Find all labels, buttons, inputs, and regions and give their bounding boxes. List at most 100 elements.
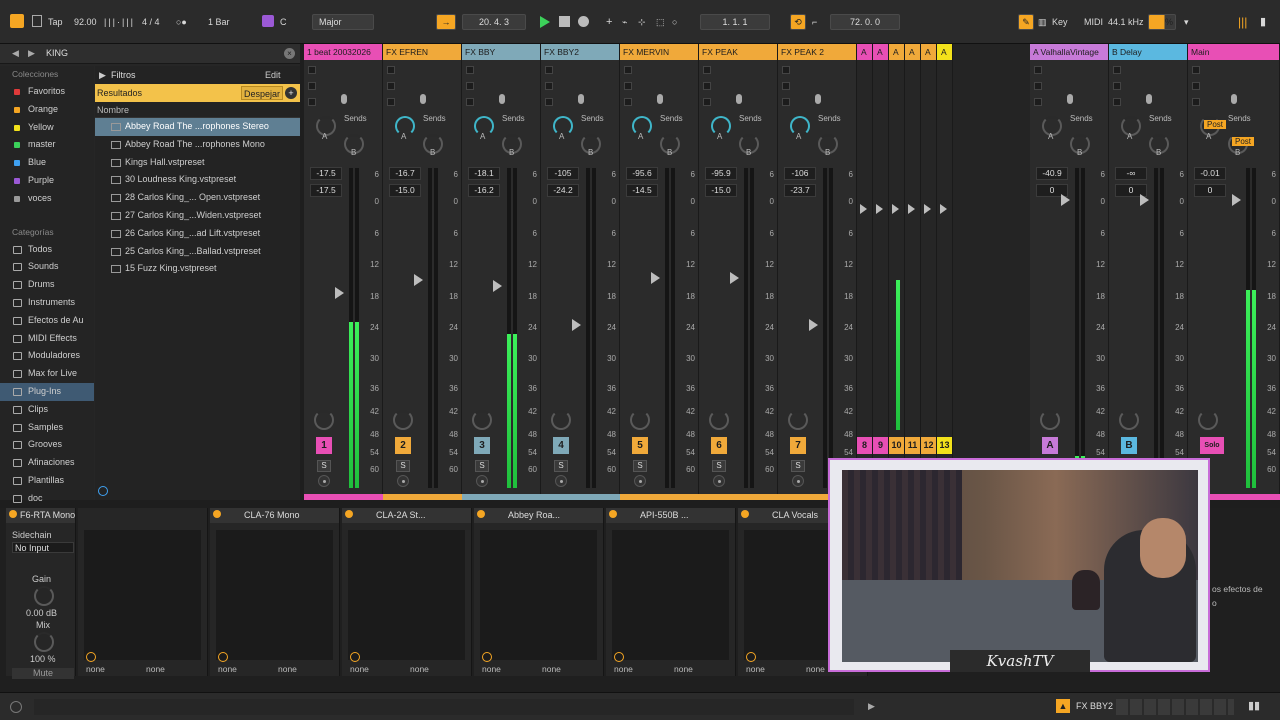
- volume-value[interactable]: -106: [784, 167, 816, 180]
- pan-knob[interactable]: [393, 410, 413, 430]
- mix-knob[interactable]: [34, 632, 54, 652]
- output-select[interactable]: none: [410, 663, 429, 675]
- loop-switch-icon[interactable]: ⟲: [790, 14, 806, 30]
- clip-slot[interactable]: [1113, 66, 1121, 74]
- clip-slot[interactable]: [387, 66, 395, 74]
- mini-track-title[interactable]: A: [905, 44, 920, 60]
- clip-slot[interactable]: [466, 66, 474, 74]
- record-icon[interactable]: [578, 16, 589, 27]
- macro-point-icon[interactable]: [350, 652, 360, 662]
- input-monitor-icon[interactable]: [1231, 94, 1237, 104]
- input-monitor-icon[interactable]: [498, 94, 505, 104]
- clear-button[interactable]: Despejar: [241, 86, 284, 100]
- clip-slot[interactable]: [782, 82, 790, 90]
- add-filter-icon[interactable]: +: [285, 87, 297, 99]
- keyboard-icon[interactable]: ▥: [1038, 13, 1047, 31]
- loop-start-field[interactable]: 1. 1. 1: [700, 14, 770, 30]
- pan-value[interactable]: 0: [1194, 184, 1226, 197]
- plugin-window-area[interactable]: [348, 530, 465, 660]
- tap-button[interactable]: Tap: [48, 13, 63, 31]
- volume-fader-handle[interactable]: [651, 272, 660, 284]
- search-input[interactable]: KING: [46, 48, 68, 58]
- track-title[interactable]: FX BBY2: [541, 44, 619, 60]
- track-activator[interactable]: 5: [632, 437, 648, 454]
- input-monitor-icon[interactable]: [340, 94, 347, 104]
- meter-view-icon[interactable]: ▮▮: [1248, 699, 1260, 712]
- loop-record-icon[interactable]: ○: [672, 13, 677, 31]
- clip-slot[interactable]: [308, 82, 316, 90]
- edit-filters-button[interactable]: Edit: [265, 66, 281, 84]
- return-letter-button[interactable]: A: [1042, 437, 1058, 454]
- clip-slot[interactable]: [703, 82, 711, 90]
- nudge-icon[interactable]: |||·|||: [104, 13, 135, 31]
- collection-item[interactable]: Yellow: [0, 119, 94, 137]
- browser-result-item[interactable]: 30 Loudness King.vstpreset: [95, 171, 300, 189]
- pan-knob[interactable]: [709, 410, 729, 430]
- pan-knob[interactable]: [1040, 410, 1060, 430]
- pan-value[interactable]: -16.2: [468, 184, 500, 197]
- volume-fader-handle[interactable]: [809, 319, 818, 331]
- solo-button[interactable]: S: [317, 460, 331, 472]
- input-select[interactable]: none: [746, 663, 765, 675]
- metronome-icon[interactable]: [32, 15, 42, 27]
- output-select[interactable]: none: [674, 663, 693, 675]
- clip-slot[interactable]: [624, 66, 632, 74]
- track-title[interactable]: B Delay: [1109, 44, 1187, 60]
- category-item[interactable]: Drums: [0, 276, 94, 294]
- plugin-window-area[interactable]: [612, 530, 729, 660]
- clip-slot[interactable]: [624, 82, 632, 90]
- mini-fader-handle[interactable]: [940, 204, 947, 214]
- device-power-icon[interactable]: [609, 510, 617, 518]
- solo-button[interactable]: S: [791, 460, 805, 472]
- volume-fader-handle[interactable]: [572, 319, 581, 331]
- capture-icon[interactable]: ⊹: [638, 13, 646, 31]
- collection-item[interactable]: Favoritos: [0, 83, 94, 101]
- cpu-dropdown-icon[interactable]: ▾: [1184, 13, 1189, 31]
- tempo-field[interactable]: 92.00: [74, 13, 97, 31]
- volume-value[interactable]: -95.9: [705, 167, 737, 180]
- input-select[interactable]: none: [218, 663, 237, 675]
- pan-value[interactable]: -17.5: [310, 184, 342, 197]
- category-item[interactable]: Grooves: [0, 436, 94, 454]
- solo-button[interactable]: S: [554, 460, 568, 472]
- scale-select[interactable]: Major: [312, 14, 374, 30]
- track-activator[interactable]: 2: [395, 437, 411, 454]
- clip-slot[interactable]: [703, 66, 711, 74]
- pan-value[interactable]: -15.0: [389, 184, 421, 197]
- input-select[interactable]: none: [86, 663, 105, 675]
- key-select[interactable]: C: [280, 13, 287, 31]
- input-monitor-icon[interactable]: [814, 94, 821, 104]
- filters-expand-icon[interactable]: ▶: [99, 66, 106, 84]
- play-icon[interactable]: [540, 16, 550, 28]
- volume-value[interactable]: -18.1: [468, 167, 500, 180]
- category-item[interactable]: Instruments: [0, 294, 94, 312]
- info-icon[interactable]: [10, 701, 22, 713]
- pan-value[interactable]: -24.2: [547, 184, 579, 197]
- mini-track-title[interactable]: A: [937, 44, 952, 60]
- midi-map-button[interactable]: MIDI: [1084, 13, 1103, 31]
- track-title[interactable]: FX EFREN: [383, 44, 461, 60]
- device-power-icon[interactable]: [213, 510, 221, 518]
- volume-fader-handle[interactable]: [1140, 194, 1149, 206]
- volume-fader-handle[interactable]: [335, 287, 344, 299]
- browser-result-item[interactable]: 25 Carlos King_...Ballad.vstpreset: [95, 243, 300, 261]
- output-select[interactable]: none: [278, 663, 297, 675]
- browser-result-item[interactable]: 27 Carlos King_...Widen.vstpreset: [95, 207, 300, 225]
- stop-icon[interactable]: [559, 16, 570, 27]
- arm-button[interactable]: [476, 475, 488, 487]
- clip-slot[interactable]: [782, 98, 790, 106]
- pan-value[interactable]: -14.5: [626, 184, 658, 197]
- collection-item[interactable]: Orange: [0, 101, 94, 119]
- quantize-select[interactable]: 1 Bar: [208, 13, 230, 31]
- clip-slot[interactable]: [1034, 66, 1042, 74]
- input-monitor-icon[interactable]: [656, 94, 663, 104]
- name-column-header[interactable]: Nombre: [95, 102, 300, 118]
- rta-analyzer-area[interactable]: [84, 530, 201, 660]
- browser-result-item[interactable]: 26 Carlos King_...ad Lift.vstpreset: [95, 225, 300, 243]
- mini-fader-handle[interactable]: [860, 204, 867, 214]
- category-item[interactable]: Plantillas: [0, 472, 94, 490]
- track-activator[interactable]: 6: [711, 437, 727, 454]
- filters-label[interactable]: Filtros: [111, 66, 136, 84]
- gain-knob[interactable]: [34, 586, 54, 606]
- mini-track-activator[interactable]: 9: [873, 437, 888, 454]
